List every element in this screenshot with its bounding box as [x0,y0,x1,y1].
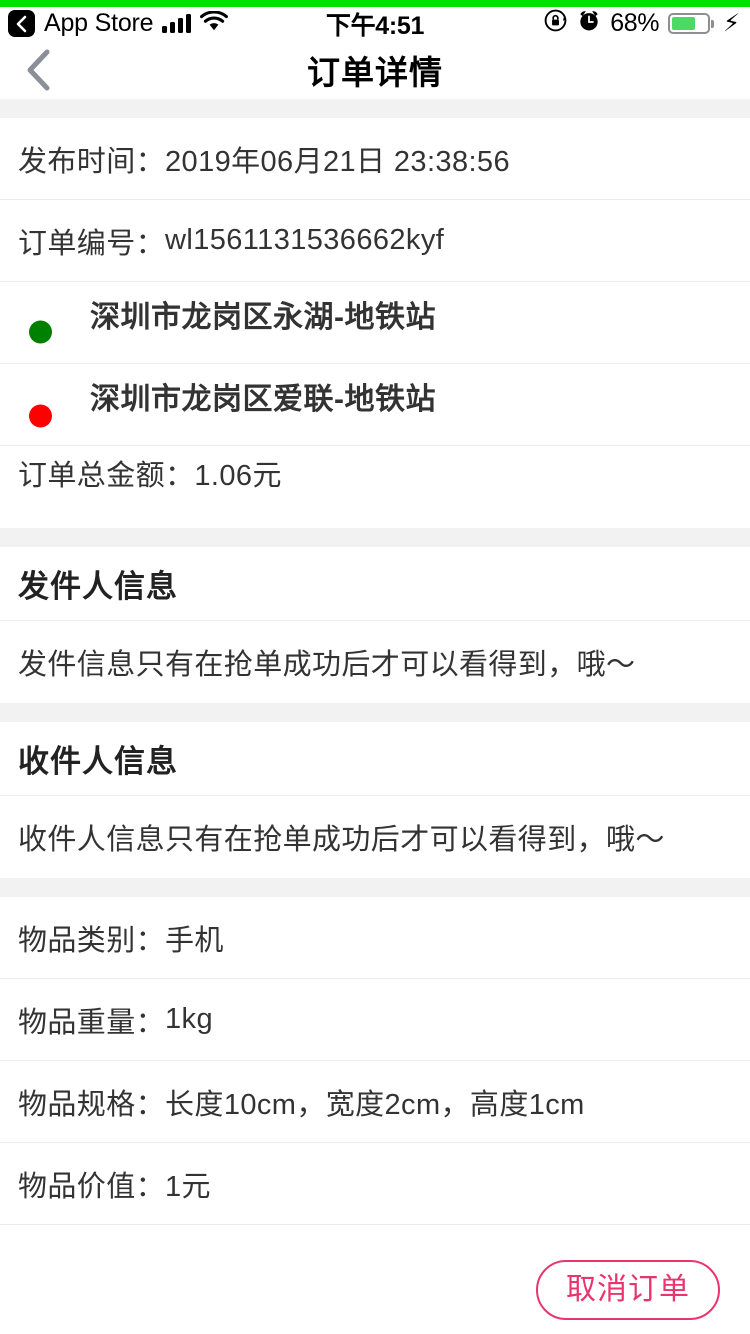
battery-percent-label: 68% [610,9,660,37]
receiver-info-card: 收件人信息 收件人信息只有在抢单成功后才可以看得到，哦～ [0,722,750,878]
navigation-bar: 订单详情 [0,40,750,99]
delivery-address-text: 深圳市龙岗区爱联-地铁站 [90,382,436,416]
chevron-left-icon [27,49,50,90]
goods-category-value: 手机 [165,924,224,957]
row-goods-value: 物品价值： 1元 [0,1143,750,1225]
footer-action-bar: 取消订单 [0,1225,750,1334]
pickup-address-text: 深圳市龙岗区永湖-地铁站 [90,300,436,334]
row-publish-time: 发布时间： 2019年06月21日 23:38:56 [0,118,750,200]
back-to-app-label[interactable]: App Store [44,11,154,36]
section-gap [0,878,750,897]
sender-info-heading: 发件人信息 [0,547,750,621]
goods-value-value: 1元 [165,1170,211,1203]
status-bar-left: App Store [8,8,229,39]
screen-recording-bar [0,0,750,7]
goods-category-label: 物品类别： [18,924,166,957]
total-amount-label: 订单总金额： [18,460,195,492]
nav-back-button[interactable] [0,40,90,99]
alarm-clock-icon [577,8,601,40]
row-goods-size: 物品规格： 长度10cm，宽度2cm，高度1cm [0,1061,750,1143]
order-number-value: wl1561131536662kyf [165,224,445,256]
section-gap [0,99,750,118]
row-goods-category: 物品类别： 手机 [0,897,750,979]
back-to-app-icon[interactable] [8,10,35,37]
ios-status-bar: App Store 下午4:51 68% ⚡ [0,7,750,40]
wifi-icon [200,8,229,39]
section-gap [0,528,750,547]
receiver-info-heading: 收件人信息 [0,722,750,796]
goods-weight-value: 1kg [165,1003,213,1035]
rotation-lock-icon [543,8,568,40]
row-delivery-address: 深圳市龙岗区爱联-地铁站 [0,364,750,446]
pickup-dot-icon [29,320,52,343]
goods-size-value: 长度10cm，宽度2cm，高度1cm [165,1088,585,1121]
goods-weight-label: 物品重量： [18,1006,166,1039]
delivery-dot-icon [29,404,52,427]
goods-value-label: 物品价值： [18,1170,166,1203]
receiver-info-note: 收件人信息只有在抢单成功后才可以看得到，哦～ [0,796,750,878]
page-title: 订单详情 [307,53,443,91]
row-order-number: 订单编号： wl1561131536662kyf [0,200,750,282]
section-gap [0,703,750,722]
order-number-label: 订单编号： [18,227,166,260]
cancel-order-button[interactable]: 取消订单 [536,1260,720,1320]
row-pickup-address: 深圳市龙岗区永湖-地铁站 [0,282,750,364]
row-total-amount: 订单总金额： 1.06元 [0,446,750,528]
battery-icon [668,13,711,34]
goods-size-label: 物品规格： [18,1088,166,1121]
total-amount-value: 1.06元 [194,460,282,492]
row-goods-weight: 物品重量： 1kg [0,979,750,1061]
order-summary-card: 发布时间： 2019年06月21日 23:38:56 订单编号： wl15611… [0,118,750,528]
sender-info-note: 发件信息只有在抢单成功后才可以看得到，哦～ [0,621,750,703]
publish-time-value: 2019年06月21日 23:38:56 [165,145,510,178]
signal-bars-icon [162,14,192,33]
lightning-bolt-icon: ⚡ [723,9,740,37]
status-bar-right: 68% ⚡ [543,8,740,40]
order-detail-screen: App Store 下午4:51 68% ⚡ 订单详情 发布时间： 2019年0… [0,0,750,1334]
sender-info-card: 发件人信息 发件信息只有在抢单成功后才可以看得到，哦～ [0,547,750,703]
publish-time-label: 发布时间： [18,145,166,178]
goods-info-card: 物品类别： 手机 物品重量： 1kg 物品规格： 长度10cm，宽度2cm，高度… [0,897,750,1334]
